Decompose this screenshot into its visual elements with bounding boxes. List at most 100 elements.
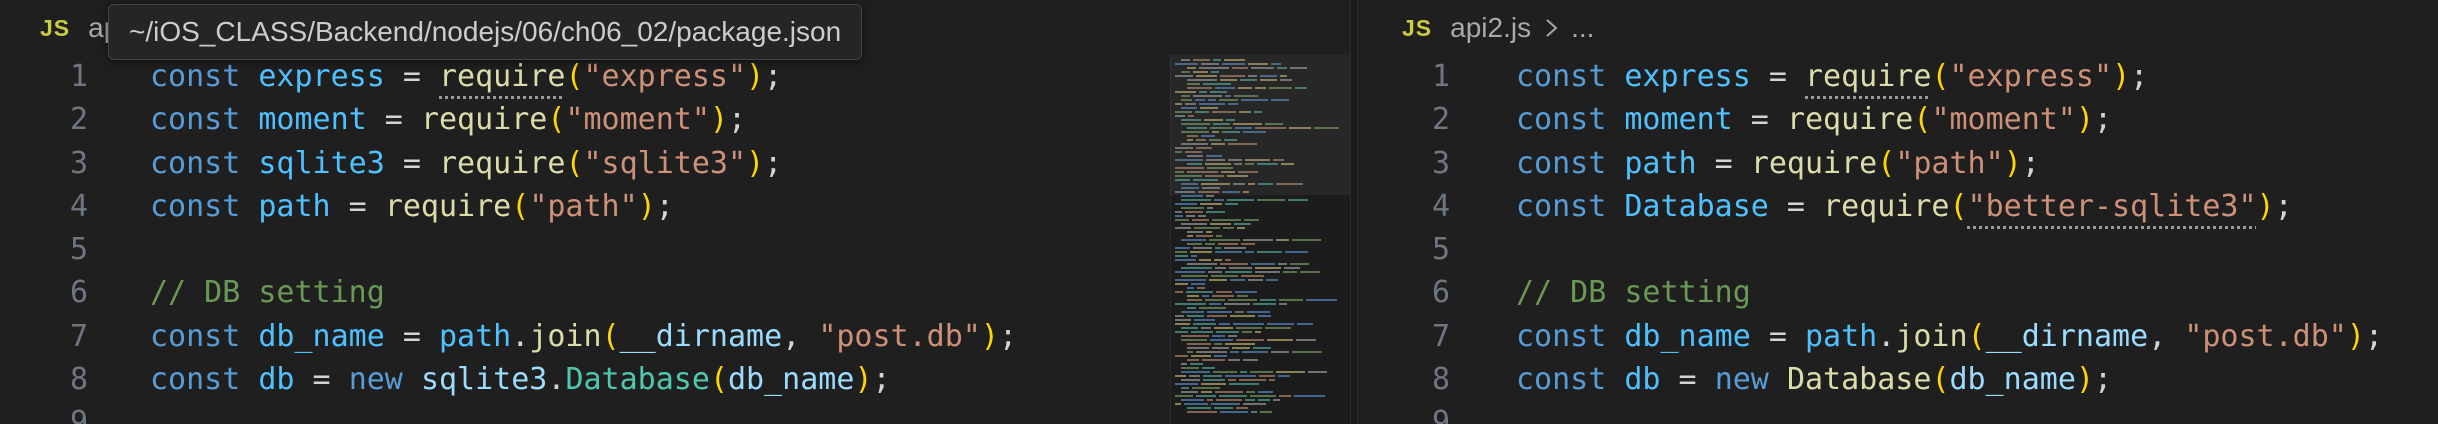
code-token: ; [2130,59,2149,94]
line-text: const db = new sqlite3.Database(db_name)… [150,358,891,401]
code-token: ) [2075,102,2094,138]
code-token: ) [746,59,765,94]
code-token: ( [1913,102,1932,138]
code-token: = [294,362,349,398]
code-token: ) [2075,362,2094,398]
line-number: 3 [69,145,88,181]
line-number: 6 [69,275,88,311]
editor-pane-right[interactable]: JS api2.js ... 1 const express = require(… [1358,0,2438,424]
code-token: ; [2094,362,2113,398]
file-path-tooltip: ~/iOS_CLASS/Backend/nodejs/06/ch06_02/pa… [108,4,863,60]
code-token: = [1732,102,1787,138]
line-number: 5 [1431,232,1450,268]
code-line[interactable]: 7 const db_name = path.join(__dirname, "p… [1358,315,2438,358]
code-token: require [384,188,512,224]
code-line[interactable]: 5 [1358,228,2438,271]
code-line[interactable]: 2 const moment = require("moment"); [0,98,1350,141]
code-line[interactable]: 3 const sqlite3 = require("sqlite3"); [0,142,1350,185]
code-line[interactable]: 1 const express = require("express"); [1358,55,2438,98]
code-token: ; [998,318,1017,354]
line-text: const sqlite3 = require("sqlite3"); [150,142,782,185]
code-area[interactable]: 1 const express = require("express"); 2 con… [1358,55,2438,424]
code-token: ; [764,145,783,181]
code-line[interactable]: 5 [0,228,1350,271]
code-token: ) [637,188,656,224]
code-token: moment [258,102,367,138]
code-line[interactable]: 2 const moment = require("moment"); [1358,98,2438,141]
code-token: const [150,318,241,354]
line-number: 9 [69,405,88,424]
code-token: ( [1877,145,1896,181]
code-token: join [1895,318,1968,354]
code-token: new [348,362,403,398]
code-token: const [1516,362,1607,398]
code-token: Database [565,362,710,398]
code-token: ; [872,362,891,398]
code-token: Database [1786,362,1932,398]
code-token: ) [980,318,999,354]
code-token: = [1660,362,1715,398]
line-number: 4 [69,188,88,224]
code-token: sqlite3 [420,362,548,398]
code-token: ) [2003,145,2022,181]
code-line[interactable]: 7 const db_name = path.join(__dirname, "p… [0,315,1350,358]
code-token: "post.db" [2184,318,2347,354]
code-token: = [330,188,385,224]
line-text: const express = require("express"); [1516,55,2148,98]
line-text: const express = require("express"); [150,55,782,98]
code-line[interactable]: 9 [0,401,1350,424]
code-line[interactable]: 4 const Database = require("better-sqlite… [1358,185,2438,228]
line-text: const path = require("path"); [150,185,674,228]
line-number: 3 [1431,145,1450,181]
editor-pane-left[interactable]: JS ap 1 const express = require("express"… [0,0,1350,424]
code-token: = [384,318,439,354]
line-text: const db_name = path.join(__dirname, "po… [1516,315,2383,358]
code-token: const [1516,59,1607,94]
code-line[interactable]: 6 // DB setting [0,271,1350,314]
code-line[interactable]: 6 // DB setting [1358,271,2438,314]
line-number: 8 [1431,362,1450,398]
code-token: = [384,59,439,94]
line-text: const db_name = path.join(__dirname, "po… [150,315,1017,358]
code-token: ( [565,145,584,181]
line-text: const moment = require("moment"); [1516,98,2112,141]
code-token: ( [1931,362,1950,398]
code-token: "better-sqlite3" [1967,188,2257,224]
line-text: const db = new Database(db_name); [1516,358,2112,401]
code-token: "express" [1949,59,2113,94]
code-line[interactable]: 8 const db = new sqlite3.Database(db_name… [0,358,1350,401]
code-line[interactable]: 1 const express = require("express"); [0,55,1350,98]
code-line[interactable]: 8 const db = new Database(db_name); [1358,358,2438,401]
code-token: express [1624,59,1751,94]
split-divider[interactable] [1350,0,1358,424]
code-token: db_name [1624,318,1751,354]
line-number: 4 [1431,188,1450,224]
code-token: const [1516,145,1607,181]
code-line[interactable]: 3 const path = require("path"); [1358,142,2438,185]
breadcrumb-file[interactable]: api2.js [1450,12,1531,44]
code-token: ) [709,102,728,138]
code-token: express [258,59,385,94]
code-line[interactable]: 9 [1358,401,2438,424]
line-number: 2 [69,102,88,138]
code-token: const [150,362,241,398]
javascript-file-icon: JS [1402,14,1433,41]
code-token: require [1786,102,1914,138]
minimap-slider[interactable] [1170,55,1350,195]
code-token: "path" [529,188,638,224]
line-text: const Database = require("better-sqlite3… [1516,185,2293,228]
code-area[interactable]: 1 const express = require("express"); 2 con… [0,55,1350,424]
code-line[interactable]: 4 const path = require("path"); [0,185,1350,228]
code-token: path [1624,145,1697,181]
code-token: path [258,188,331,224]
breadcrumb-more[interactable]: ... [1571,12,1594,44]
line-number: 2 [1431,102,1450,138]
